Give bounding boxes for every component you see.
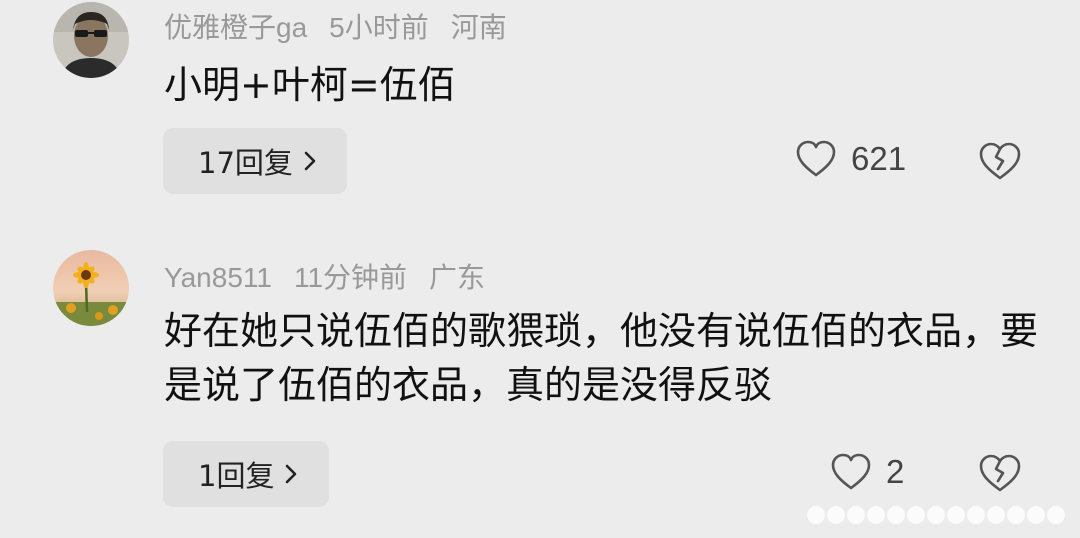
avatar[interactable] [53, 250, 129, 326]
sunflower-avatar-icon [53, 250, 129, 326]
reply-count-label: 17回复 [198, 146, 293, 180]
reply-count-label: 1回复 [198, 459, 275, 493]
like-button[interactable]: 621 [795, 140, 906, 178]
man-sunglasses-avatar-icon [53, 2, 129, 78]
username[interactable]: Yan8511 [164, 262, 272, 293]
watermark-graphic [807, 506, 1065, 524]
view-replies-button[interactable]: 17回复 [163, 128, 347, 194]
heart-outline-icon [796, 140, 836, 177]
comment-meta: 优雅橙子ga 5小时前 河南 [164, 6, 529, 46]
comment-text: 小明+叶柯=伍佰 [164, 63, 456, 107]
view-replies-button[interactable]: 1回复 [163, 441, 329, 507]
comment-item: Yan8511 11分钟前 广东 好在她只说伍佰的歌猥琐，他没有说伍佰的衣品，要是说… [0, 240, 1080, 538]
dislike-button[interactable] [978, 453, 1022, 493]
heart-outline-icon [831, 453, 871, 490]
dislike-button[interactable] [978, 141, 1022, 181]
timestamp: 5小时前 [329, 12, 429, 43]
comment-item: 优雅橙子ga 5小时前 河南 小明+叶柯=伍佰 17回复 621 [0, 0, 1080, 215]
like-count: 621 [851, 140, 907, 177]
chevron-right-icon [284, 463, 298, 485]
avatar[interactable] [53, 2, 129, 78]
location: 广东 [429, 262, 486, 293]
comment-meta: Yan8511 11分钟前 广东 [164, 256, 507, 296]
username[interactable]: 优雅橙子ga [164, 12, 307, 43]
broken-heart-icon [979, 454, 1021, 492]
location: 河南 [450, 12, 507, 43]
like-button[interactable]: 2 [830, 453, 904, 491]
comment-text: 好在她只说伍佰的歌猥琐，他没有说伍佰的衣品，要是说了伍佰的衣品，真的是没得反驳 [164, 309, 1039, 407]
chevron-right-icon [303, 150, 317, 172]
timestamp: 11分钟前 [293, 262, 408, 293]
like-count: 2 [886, 453, 905, 490]
broken-heart-icon [979, 142, 1021, 180]
